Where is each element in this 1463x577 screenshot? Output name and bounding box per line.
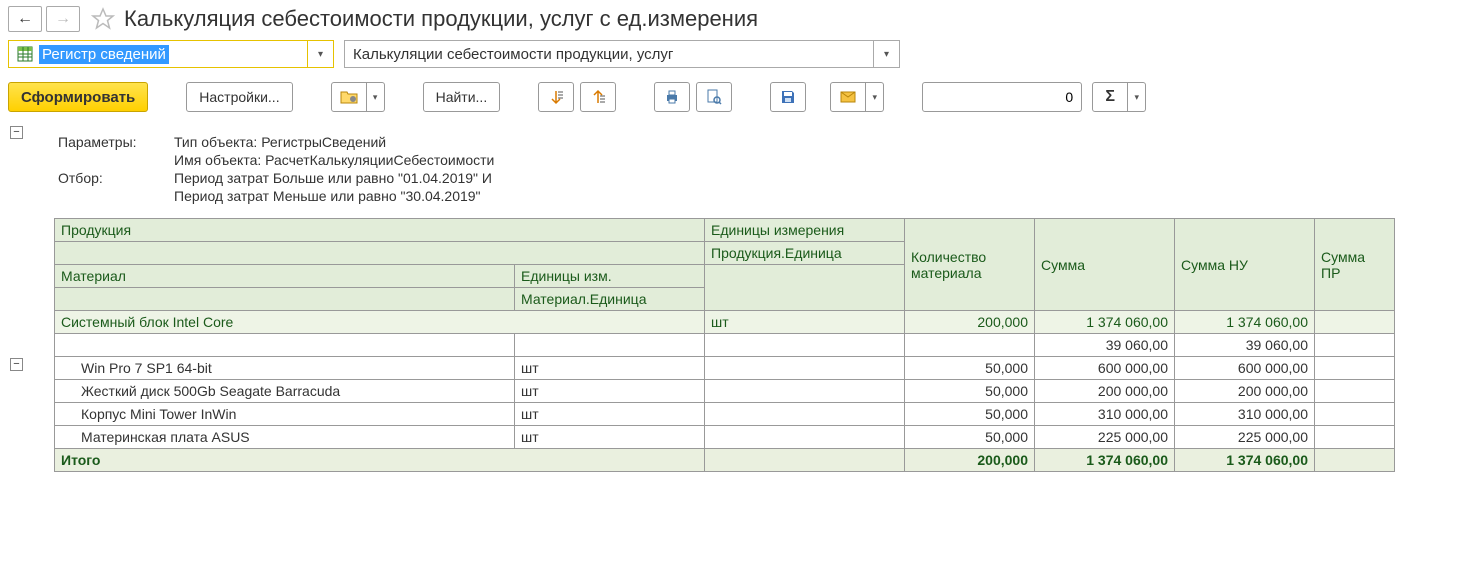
total-sum: 1 374 060,00 bbox=[1035, 449, 1175, 472]
material-qty: 50,000 bbox=[905, 357, 1035, 380]
folder-gear-icon bbox=[340, 89, 358, 105]
register-object-select[interactable]: Калькуляции себестоимости продукции, усл… bbox=[344, 40, 874, 68]
report-parameters: Параметры:Тип объекта: РегистрыСведений … bbox=[32, 126, 1455, 218]
header-unit: Единицы измерения bbox=[705, 219, 905, 242]
material-qty: 50,000 bbox=[905, 403, 1035, 426]
material-sum: 225 000,00 bbox=[1035, 426, 1175, 449]
header-mat-unit: Материал.Единица bbox=[515, 288, 705, 311]
material-qty: 50,000 bbox=[905, 426, 1035, 449]
register-type-value: Регистр сведений bbox=[39, 45, 169, 64]
material-row: Жесткий диск 500Gb Seagate Barracudaшт 50… bbox=[55, 380, 1395, 403]
header-sum: Сумма bbox=[1035, 219, 1175, 311]
product-sum-nu: 1 374 060,00 bbox=[1175, 311, 1315, 334]
nav-back-button[interactable]: ← bbox=[8, 6, 42, 32]
params-type: Тип объекта: РегистрыСведений bbox=[174, 134, 386, 150]
material-row: Материнская плата ASUSшт50,000225 000,00… bbox=[55, 426, 1395, 449]
material-name: Корпус Mini Tower InWin bbox=[55, 403, 515, 426]
blank-summary-row: 39 060,00 39 060,00 bbox=[55, 334, 1395, 357]
total-sum-nu: 1 374 060,00 bbox=[1175, 449, 1315, 472]
register-type-dropdown[interactable]: ▾ bbox=[308, 40, 334, 68]
material-row: Win Pro 7 SP1 64-bitшт50,000600 000,0060… bbox=[55, 357, 1395, 380]
total-row: Итого 200,000 1 374 060,00 1 374 060,00 bbox=[55, 449, 1395, 472]
material-unit: шт bbox=[515, 380, 705, 403]
collapse-icon bbox=[590, 89, 606, 105]
material-qty: 50,000 bbox=[905, 380, 1035, 403]
expand-all-button[interactable] bbox=[538, 82, 574, 112]
register-object-value: Калькуляции себестоимости продукции, усл… bbox=[353, 46, 673, 63]
arrow-right-icon: → bbox=[55, 10, 71, 28]
register-object-dropdown[interactable]: ▾ bbox=[874, 40, 900, 68]
header-qty: Количество материала bbox=[905, 219, 1035, 311]
sigma-icon: Σ bbox=[1092, 82, 1128, 112]
collapse-all-button[interactable] bbox=[580, 82, 616, 112]
filter-label: Отбор: bbox=[58, 170, 174, 186]
report-table: Продукция Единицы измерения Количество м… bbox=[54, 218, 1395, 472]
send-button[interactable]: ▾ bbox=[830, 82, 884, 112]
page-magnifier-icon bbox=[706, 89, 722, 105]
collapse-group-2[interactable]: − bbox=[10, 358, 23, 371]
header-prod-unit: Продукция.Единица bbox=[705, 242, 905, 265]
blank-sum-nu: 39 060,00 bbox=[1175, 334, 1315, 357]
header-sum-nu: Сумма НУ bbox=[1175, 219, 1315, 311]
print-button[interactable] bbox=[654, 82, 690, 112]
favorite-star-icon[interactable] bbox=[90, 6, 116, 32]
material-unit: шт bbox=[515, 357, 705, 380]
params-name: Имя объекта: РасчетКалькуляцииСебестоимо… bbox=[174, 152, 494, 168]
sum-input[interactable] bbox=[922, 82, 1082, 112]
sigma-dropdown[interactable]: ▾ bbox=[1128, 82, 1146, 112]
save-button[interactable] bbox=[770, 82, 806, 112]
params-label: Параметры: bbox=[58, 134, 174, 150]
material-unit: шт bbox=[515, 403, 705, 426]
product-name: Системный блок Intel Core bbox=[55, 311, 705, 334]
material-sum: 310 000,00 bbox=[1035, 403, 1175, 426]
material-name: Жесткий диск 500Gb Seagate Barracuda bbox=[55, 380, 515, 403]
variants-dropdown[interactable]: ▾ bbox=[367, 82, 385, 112]
product-unit: шт bbox=[705, 311, 905, 334]
material-name: Win Pro 7 SP1 64-bit bbox=[55, 357, 515, 380]
material-row: Корпус Mini Tower InWinшт50,000310 000,0… bbox=[55, 403, 1395, 426]
header-material: Материал bbox=[55, 265, 515, 288]
material-name: Материнская плата ASUS bbox=[55, 426, 515, 449]
envelope-icon bbox=[840, 90, 856, 104]
generate-button[interactable]: Сформировать bbox=[8, 82, 148, 112]
material-sum: 200 000,00 bbox=[1035, 380, 1175, 403]
header-product: Продукция bbox=[55, 219, 705, 242]
material-sum-nu: 310 000,00 bbox=[1175, 403, 1315, 426]
material-sum: 600 000,00 bbox=[1035, 357, 1175, 380]
nav-forward-button[interactable]: → bbox=[46, 6, 80, 32]
header-mat-unit-h: Единицы изм. bbox=[515, 265, 705, 288]
material-sum-nu: 225 000,00 bbox=[1175, 426, 1315, 449]
filter-line1: Период затрат Больше или равно "01.04.20… bbox=[174, 170, 492, 186]
material-sum-nu: 600 000,00 bbox=[1175, 357, 1315, 380]
expand-icon bbox=[548, 89, 564, 105]
printer-icon bbox=[664, 89, 680, 105]
material-unit: шт bbox=[515, 426, 705, 449]
product-qty: 200,000 bbox=[905, 311, 1035, 334]
settings-button[interactable]: Настройки... bbox=[186, 82, 292, 112]
filter-line2: Период затрат Меньше или равно "30.04.20… bbox=[174, 188, 481, 204]
register-type-select[interactable]: Регистр сведений bbox=[8, 40, 308, 68]
product-sum: 1 374 060,00 bbox=[1035, 311, 1175, 334]
sigma-button[interactable]: Σ ▾ bbox=[1092, 82, 1146, 112]
table-grid-icon bbox=[17, 46, 33, 62]
diskette-icon bbox=[780, 89, 796, 105]
blank-sum: 39 060,00 bbox=[1035, 334, 1175, 357]
page-title: Калькуляция себестоимости продукции, усл… bbox=[124, 6, 758, 32]
total-qty: 200,000 bbox=[905, 449, 1035, 472]
collapse-group-1[interactable]: − bbox=[10, 126, 23, 139]
find-button[interactable]: Найти... bbox=[423, 82, 501, 112]
material-sum-nu: 200 000,00 bbox=[1175, 380, 1315, 403]
send-dropdown[interactable]: ▾ bbox=[866, 82, 884, 112]
preview-button[interactable] bbox=[696, 82, 732, 112]
product-row: Системный блок Intel Core шт 200,000 1 3… bbox=[55, 311, 1395, 334]
arrow-left-icon: ← bbox=[17, 10, 33, 28]
total-label: Итого bbox=[55, 449, 705, 472]
variants-button[interactable]: ▾ bbox=[331, 82, 385, 112]
header-sum-pr: Сумма ПР bbox=[1315, 219, 1395, 311]
